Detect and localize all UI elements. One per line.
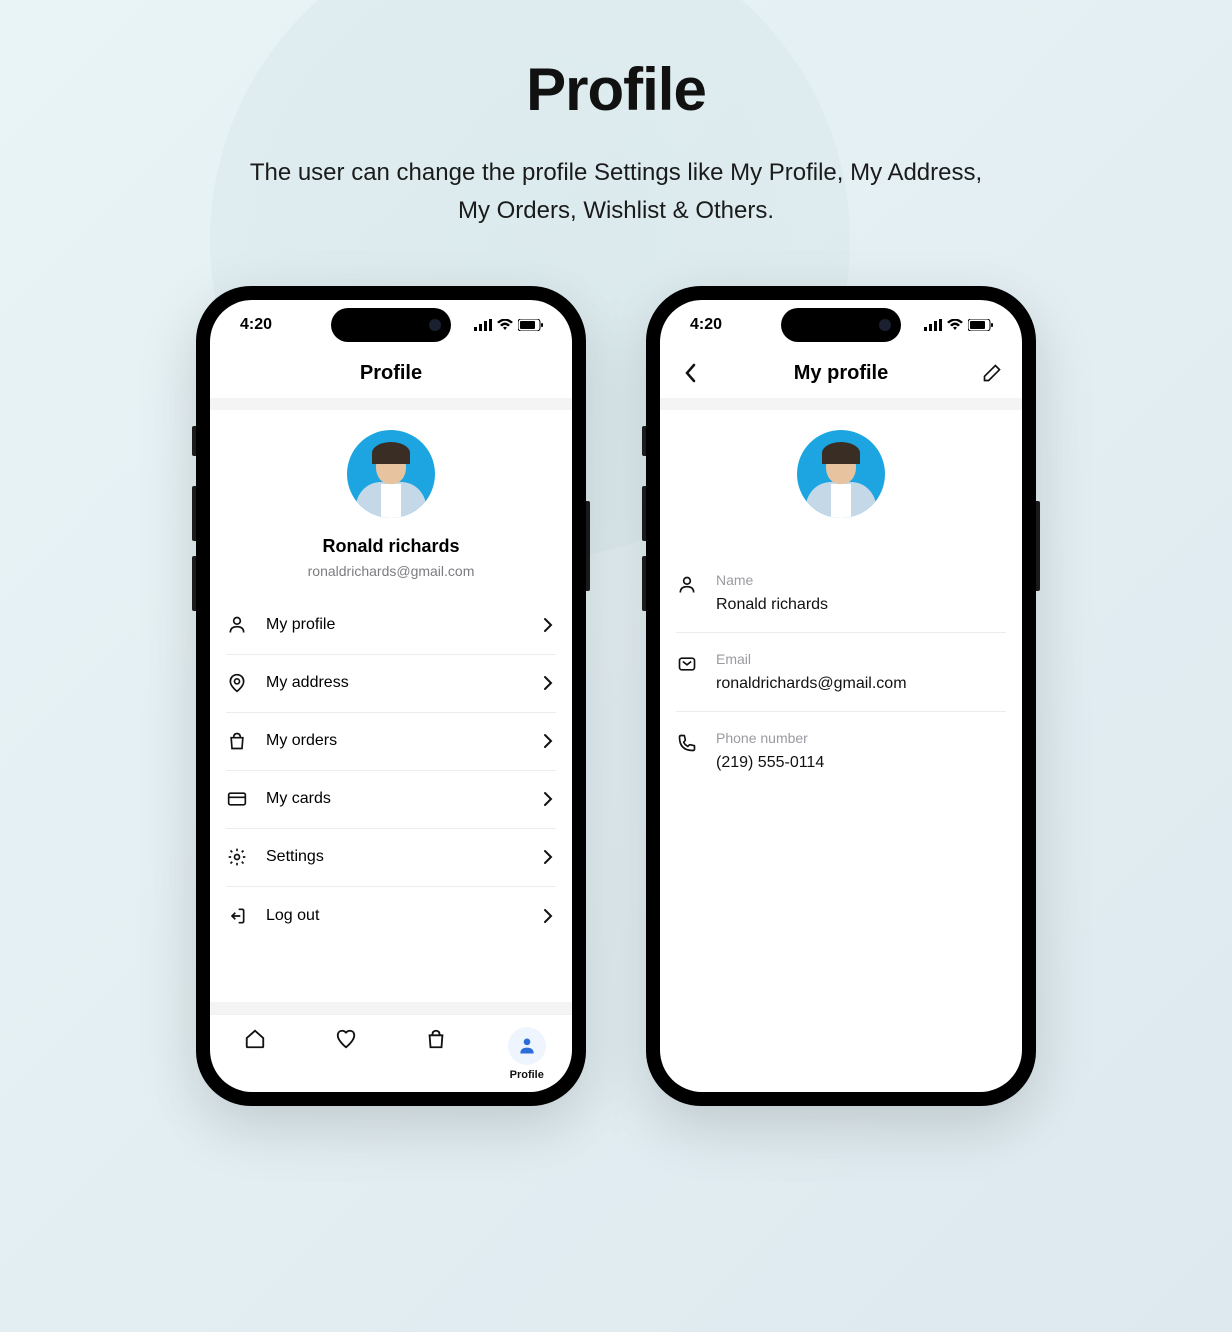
nav-title: My profile (794, 362, 888, 385)
chevron-right-icon (540, 675, 556, 691)
menu-label: My profile (266, 616, 540, 634)
tab-home[interactable] (225, 1027, 285, 1051)
phone-notch (331, 308, 451, 342)
nav-title: Profile (360, 362, 422, 385)
profile-email: ronaldrichards@gmail.com (210, 563, 572, 579)
nav-header: My profile (660, 350, 1022, 398)
divider (210, 398, 572, 410)
signal-icon (924, 319, 942, 331)
menu-item-my-profile[interactable]: My profile (226, 597, 556, 655)
page-title: Profile (0, 55, 1232, 124)
profile-header-section (660, 410, 1022, 554)
menu-label: My address (266, 674, 540, 692)
detail-item-phone: Phone number (219) 555-0114 (676, 712, 1006, 790)
profile-menu-list: My profile My address My orders My cards (210, 597, 572, 945)
divider (210, 1002, 572, 1014)
detail-label: Name (716, 572, 1006, 588)
menu-label: My cards (266, 790, 540, 808)
detail-item-name: Name Ronald richards (676, 554, 1006, 633)
person-icon (676, 574, 698, 596)
menu-label: My orders (266, 732, 540, 750)
page-header: Profile The user can change the profile … (0, 0, 1232, 231)
tab-bar: Profile (210, 1014, 572, 1092)
battery-icon (968, 319, 994, 331)
detail-value: ronaldrichards@gmail.com (716, 675, 1006, 693)
heart-icon (334, 1027, 358, 1051)
edit-button[interactable] (978, 359, 1006, 387)
menu-label: Settings (266, 848, 540, 866)
gear-icon (226, 846, 248, 868)
detail-item-email: Email ronaldrichards@gmail.com (676, 633, 1006, 712)
page-subtitle: The user can change the profile Settings… (0, 154, 1232, 231)
signal-icon (474, 319, 492, 331)
detail-value: Ronald richards (716, 596, 1006, 614)
menu-label: Log out (266, 907, 540, 925)
profile-header-section: Ronald richards ronaldrichards@gmail.com (210, 410, 572, 597)
menu-item-settings[interactable]: Settings (226, 829, 556, 887)
menu-item-logout[interactable]: Log out (226, 887, 556, 945)
menu-item-my-orders[interactable]: My orders (226, 713, 556, 771)
email-icon (676, 653, 698, 675)
chevron-right-icon (540, 908, 556, 924)
chevron-right-icon (540, 733, 556, 749)
subtitle-line-2: My Orders, Wishlist & Others. (458, 197, 774, 224)
person-icon (515, 1034, 539, 1058)
tab-wishlist[interactable] (316, 1027, 376, 1051)
tab-orders[interactable] (406, 1027, 466, 1051)
phone-icon (676, 732, 698, 754)
phone-mockup-my-profile: 4:20 My profile (646, 286, 1036, 1106)
tab-label: Profile (510, 1069, 544, 1081)
status-time: 4:20 (690, 316, 722, 334)
bag-icon (226, 730, 248, 752)
status-time: 4:20 (240, 316, 272, 334)
menu-item-my-cards[interactable]: My cards (226, 771, 556, 829)
tab-profile[interactable]: Profile (497, 1027, 557, 1081)
wifi-icon (497, 319, 513, 331)
profile-detail-list: Name Ronald richards Email ronaldrichard… (660, 554, 1022, 790)
home-icon (243, 1027, 267, 1051)
chevron-right-icon (540, 791, 556, 807)
person-icon (226, 614, 248, 636)
wifi-icon (947, 319, 963, 331)
subtitle-line-1: The user can change the profile Settings… (250, 159, 982, 186)
back-button[interactable] (676, 359, 704, 387)
divider (660, 398, 1022, 410)
location-icon (226, 672, 248, 694)
phone-notch (781, 308, 901, 342)
nav-header: Profile (210, 350, 572, 398)
avatar[interactable] (347, 430, 435, 518)
bag-icon (424, 1027, 448, 1051)
chevron-right-icon (540, 849, 556, 865)
phone-mockup-profile: 4:20 Profile Ronald richards ronaldricha… (196, 286, 586, 1106)
detail-label: Email (716, 651, 1006, 667)
avatar[interactable] (797, 430, 885, 518)
chevron-right-icon (540, 617, 556, 633)
card-icon (226, 788, 248, 810)
logout-icon (226, 905, 248, 927)
battery-icon (518, 319, 544, 331)
profile-name: Ronald richards (210, 536, 572, 557)
detail-label: Phone number (716, 730, 1006, 746)
detail-value: (219) 555-0114 (716, 754, 1006, 772)
menu-item-my-address[interactable]: My address (226, 655, 556, 713)
